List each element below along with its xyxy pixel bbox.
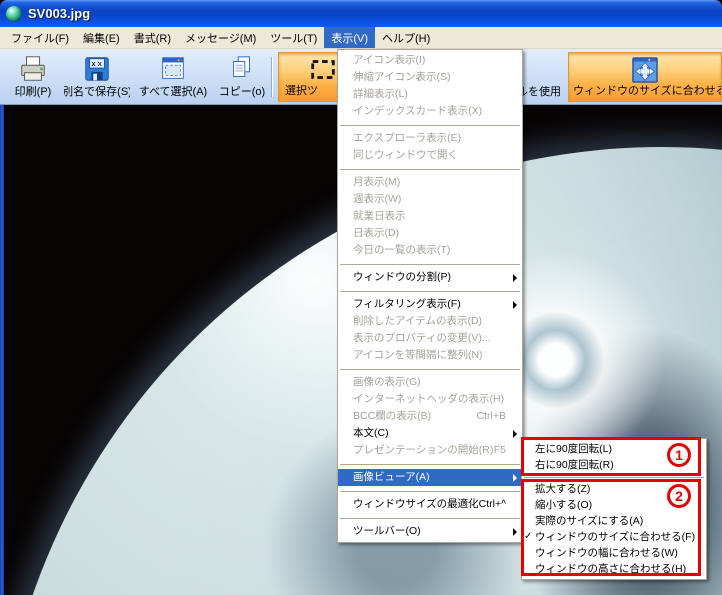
menu-item: アイコンを等間隔に整列(N) [338, 347, 522, 364]
menu-item: 日表示(D) [338, 225, 522, 242]
menu-item-label: BCC欄の表示(B) [353, 408, 431, 425]
menubar-item-format[interactable]: 書式(R) [127, 27, 178, 48]
menu-item-label: ウィンドウの分割(P) [353, 269, 451, 286]
menubar-item-message[interactable]: メッセージ(M) [178, 27, 263, 48]
menu-item: 週表示(W) [338, 191, 522, 208]
save-as-button-label: 別名で保存(S) [64, 86, 130, 99]
menu-item-label: 本文(C) [353, 425, 389, 442]
menu-item: BCC欄の表示(B) Ctrl+B [338, 408, 522, 425]
menu-item-label: エクスプローラ表示(E) [353, 130, 461, 147]
menu-item: 表示のプロパティの変更(V)... [338, 330, 522, 347]
menu-separator [338, 513, 522, 523]
menu-item[interactable]: ウィンドウサイズの最適化(Z)Ctrl+^ [338, 496, 522, 513]
menu-separator [338, 286, 522, 296]
menu-item-shortcut: Ctrl+B [477, 408, 522, 425]
menubar-item-help[interactable]: ヘルプ(H) [375, 27, 437, 48]
menu-item: インターネットヘッダの表示(H) [338, 391, 522, 408]
scroll-tool-button-label: ルを使用 [517, 86, 561, 99]
menu-item-label: 画像ビューア(A) [353, 469, 430, 486]
copy-button-label: コピー(o) [219, 86, 265, 99]
menubar-item-edit[interactable]: 編集(E) [76, 27, 127, 48]
submenu-arrow-icon [513, 528, 517, 536]
menu-item: 就業日表示 [338, 208, 522, 225]
menu-item: 伸縮アイコン表示(S) [338, 69, 522, 86]
menubar-item-file[interactable]: ファイル(F) [4, 27, 76, 48]
menu-item-label: 今日の一覧の表示(T) [353, 242, 450, 259]
menubar: ファイル(F) 編集(E) 書式(R) メッセージ(M) ツール(T) 表示(V… [0, 27, 722, 49]
menu-item-label: ウィンドウサイズの最適化(Z) [353, 496, 479, 513]
svg-text:x x: x x [91, 59, 102, 68]
fit-window-icon [630, 55, 660, 88]
submenu-arrow-icon [513, 430, 517, 438]
print-button-label: 印刷(P) [15, 86, 52, 99]
menu-item-label: ツールバー(O) [353, 523, 421, 540]
menubar-item-tools[interactable]: ツール(T) [263, 27, 324, 48]
menu-item: 同じウィンドウで開く [338, 147, 522, 164]
printer-icon [18, 54, 48, 87]
titlebar[interactable]: SV003.jpg [0, 0, 722, 27]
menu-separator [338, 164, 522, 174]
menu-item-label: 表示のプロパティの変更(V)... [353, 330, 491, 347]
menu-item-label: 詳細表示(L) [353, 86, 408, 103]
menu-item-label: フィルタリング表示(F) [353, 296, 461, 313]
annotation-badge-2: 2 [667, 484, 691, 508]
copy-button[interactable]: コピー(o) [216, 52, 268, 102]
annotation-badge-1: 1 [667, 443, 691, 467]
menu-item-label: 削除したアイテムの表示(D) [353, 313, 482, 330]
toolbar-separator [271, 57, 273, 97]
menu-item-label: インデックスカード表示(X) [353, 103, 482, 120]
copy-icon [227, 54, 257, 87]
menu-item: エクスプローラ表示(E) [338, 130, 522, 147]
menu-item-label: アイコンを等間隔に整列(N) [353, 347, 483, 364]
menu-item: インデックスカード表示(X) [338, 103, 522, 120]
view-menu-dropdown: アイコン表示(I)伸縮アイコン表示(S)詳細表示(L)インデックスカード表示(X… [337, 49, 523, 543]
menu-item-label: 画像の表示(G) [353, 374, 421, 391]
submenu-arrow-icon [513, 474, 517, 482]
app-window: SV003.jpg ファイル(F) 編集(E) 書式(R) メッセージ(M) ツ… [0, 0, 722, 595]
menu-item: 今日の一覧の表示(T) [338, 242, 522, 259]
menu-item-shortcut: F5 [494, 442, 522, 459]
window-left-border [0, 105, 4, 595]
fit-window-button[interactable]: ウィンドウのサイズに合わせる( [568, 52, 722, 102]
menu-item-shortcut: Ctrl+^ [479, 496, 522, 513]
print-button[interactable]: 印刷(P) [4, 52, 62, 102]
menu-item: 画像の表示(G) [338, 374, 522, 391]
menu-item-label: アイコン表示(I) [353, 52, 425, 69]
select-all-button[interactable]: すべて選択(A) [132, 52, 214, 102]
save-as-icon: x x [82, 54, 112, 87]
menubar-item-view[interactable]: 表示(V) [324, 27, 375, 48]
submenu-arrow-icon [513, 301, 517, 309]
menu-item[interactable]: 画像ビューア(A) [338, 469, 522, 486]
menu-item-label: 月表示(M) [353, 174, 400, 191]
select-all-icon [158, 54, 188, 87]
menu-separator [338, 459, 522, 469]
menu-item-label: 伸縮アイコン表示(S) [353, 69, 450, 86]
menu-item: 月表示(M) [338, 174, 522, 191]
select-all-button-label: すべて選択(A) [139, 86, 207, 99]
window-title: SV003.jpg [28, 6, 90, 21]
menu-item-label: 日表示(D) [353, 225, 399, 242]
app-icon [6, 6, 22, 22]
menu-item[interactable]: 本文(C) [338, 425, 522, 442]
menu-item[interactable]: ツールバー(O) [338, 523, 522, 540]
menu-item: 詳細表示(L) [338, 86, 522, 103]
menu-separator [338, 120, 522, 130]
menu-item[interactable]: ウィンドウの分割(P) [338, 269, 522, 286]
menu-item-label: プレゼンテーションの開始(R) [353, 442, 493, 459]
menu-separator [338, 364, 522, 374]
menu-separator [338, 486, 522, 496]
menu-item-label: 同じウィンドウで開く [353, 147, 458, 164]
menu-item: アイコン表示(I) [338, 52, 522, 69]
menu-item-label: 週表示(W) [353, 191, 401, 208]
save-as-button[interactable]: x x 別名で保存(S) [64, 52, 130, 102]
menu-item: 削除したアイテムの表示(D) [338, 313, 522, 330]
selection-tool-icon [308, 55, 338, 88]
menu-item-label: 就業日表示 [353, 208, 406, 225]
menu-item: プレゼンテーションの開始(R)F5 [338, 442, 522, 459]
submenu-arrow-icon [513, 274, 517, 282]
menu-item[interactable]: フィルタリング表示(F) [338, 296, 522, 313]
menu-separator [338, 259, 522, 269]
menu-item-label: インターネットヘッダの表示(H) [353, 391, 504, 408]
